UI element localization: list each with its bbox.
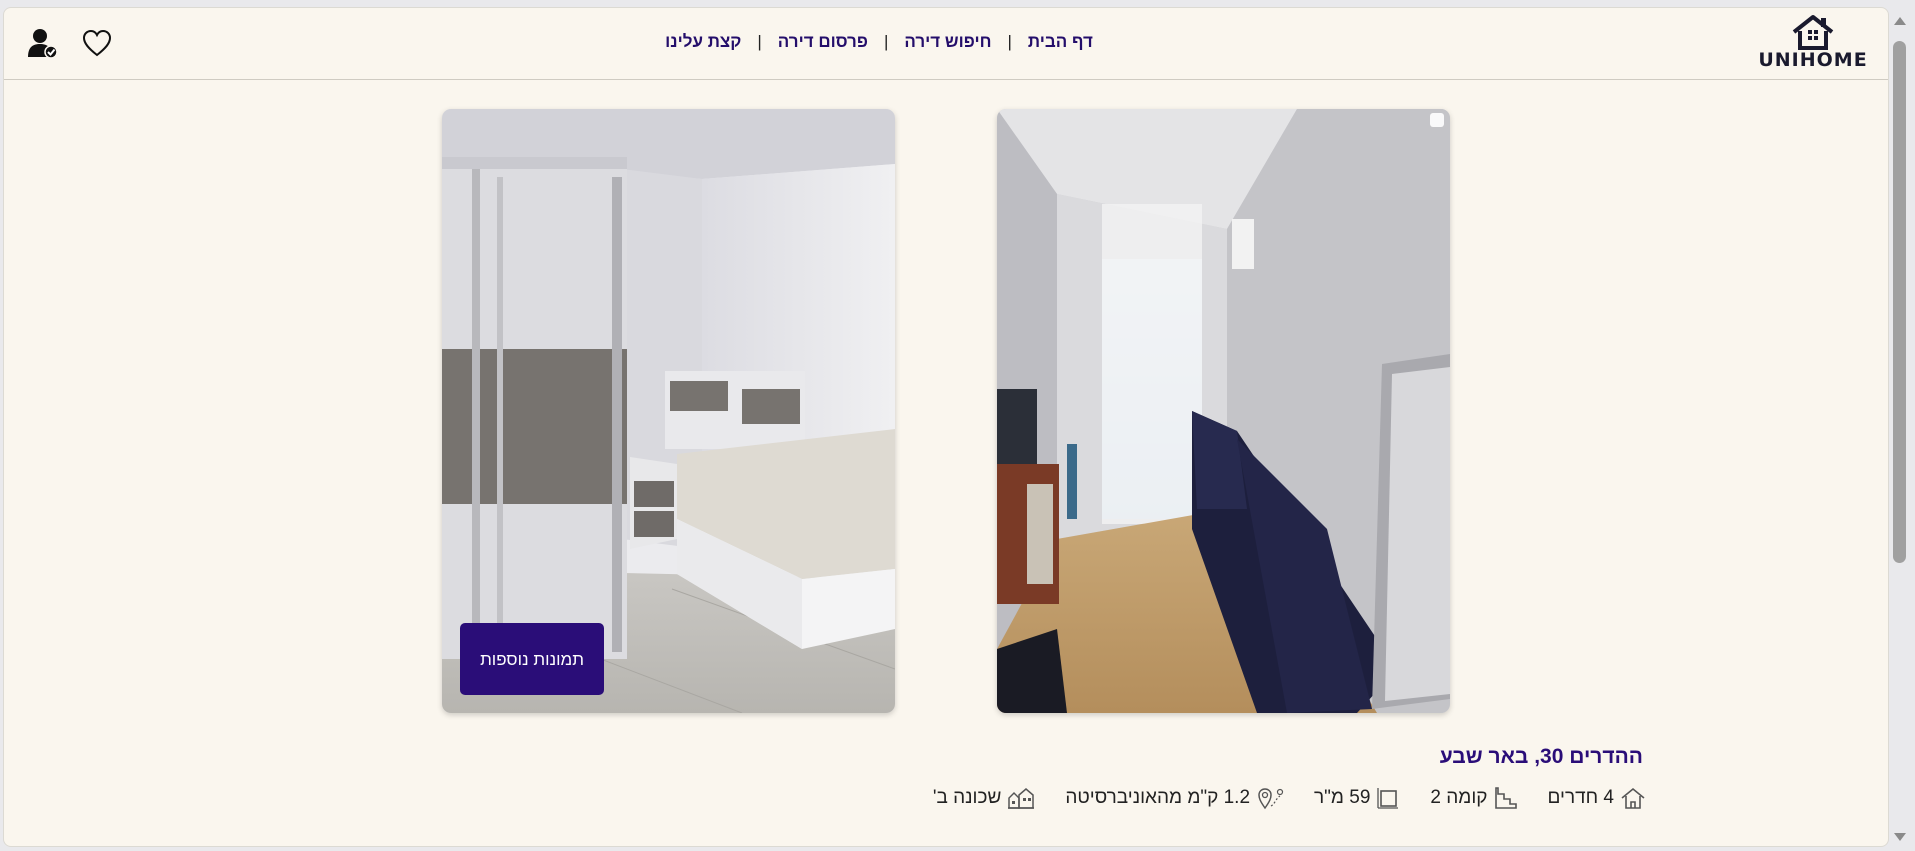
nav-publish-apartment[interactable]: פרסום דירה (778, 32, 868, 52)
nav-search-apartment[interactable]: חיפוש דירה (904, 32, 991, 52)
feature-rooms: 4 חדרים (1548, 786, 1646, 810)
site-header: UNIHOME דף הבית | חיפוש דירה | פרסום דיר… (4, 8, 1888, 80)
user-account-icon[interactable] (26, 26, 60, 60)
feature-distance: 1.2 ק"מ מהאוניברסיטה (1065, 786, 1284, 810)
favorites-heart-icon[interactable] (80, 26, 114, 60)
stairs-icon (1494, 787, 1517, 809)
neighborhood-icon (1008, 788, 1035, 809)
nav-separator: | (757, 32, 762, 51)
feature-floor: קומה 2 (1430, 786, 1517, 810)
app-window: UNIHOME דף הבית | חיפוש דירה | פרסום דיר… (3, 7, 1889, 847)
feature-text: 1.2 ק"מ מהאוניברסיטה (1065, 787, 1251, 808)
logo-text: UNIHOME (1758, 49, 1868, 71)
listing-features: 4 חדרים קומה 2 59 מ"ר 1.2 ק"מ מהאוניברסי… (903, 786, 1646, 810)
main-nav: דף הבית | חיפוש דירה | פרסום דירה | קצת … (4, 32, 1888, 52)
feature-text: 59 מ"ר (1314, 787, 1371, 808)
location-pin-icon (1258, 788, 1284, 810)
scroll-up-arrow-icon[interactable] (1894, 17, 1906, 25)
nav-separator: | (1007, 32, 1012, 51)
apartment-photo-living-room[interactable] (997, 109, 1450, 713)
apartment-photo-bedroom[interactable]: תמונות נוספות (442, 109, 895, 713)
feature-area: 59 מ"ר (1314, 786, 1400, 810)
nav-separator: | (883, 32, 889, 51)
photo-badge-icon (1430, 113, 1444, 127)
header-actions (26, 26, 114, 60)
area-icon (1377, 788, 1399, 809)
feature-text: שכונה ב' (932, 787, 1002, 808)
page-scrollbar[interactable] (1889, 7, 1911, 847)
feature-neighborhood: שכונה ב' (933, 786, 1036, 810)
listing-address: ההדרים 30, באר שבע (1439, 745, 1643, 768)
more-photos-button[interactable]: תמונות נוספות (460, 623, 604, 695)
home-icon (1621, 787, 1645, 809)
nav-home[interactable]: דף הבית (1028, 32, 1093, 52)
scrollbar-thumb[interactable] (1893, 41, 1906, 563)
nav-about-us[interactable]: קצת עלינו (665, 32, 741, 52)
feature-text: 4 חדרים (1547, 787, 1614, 808)
scroll-down-arrow-icon[interactable] (1894, 833, 1906, 841)
feature-text: קומה 2 (1430, 787, 1488, 808)
